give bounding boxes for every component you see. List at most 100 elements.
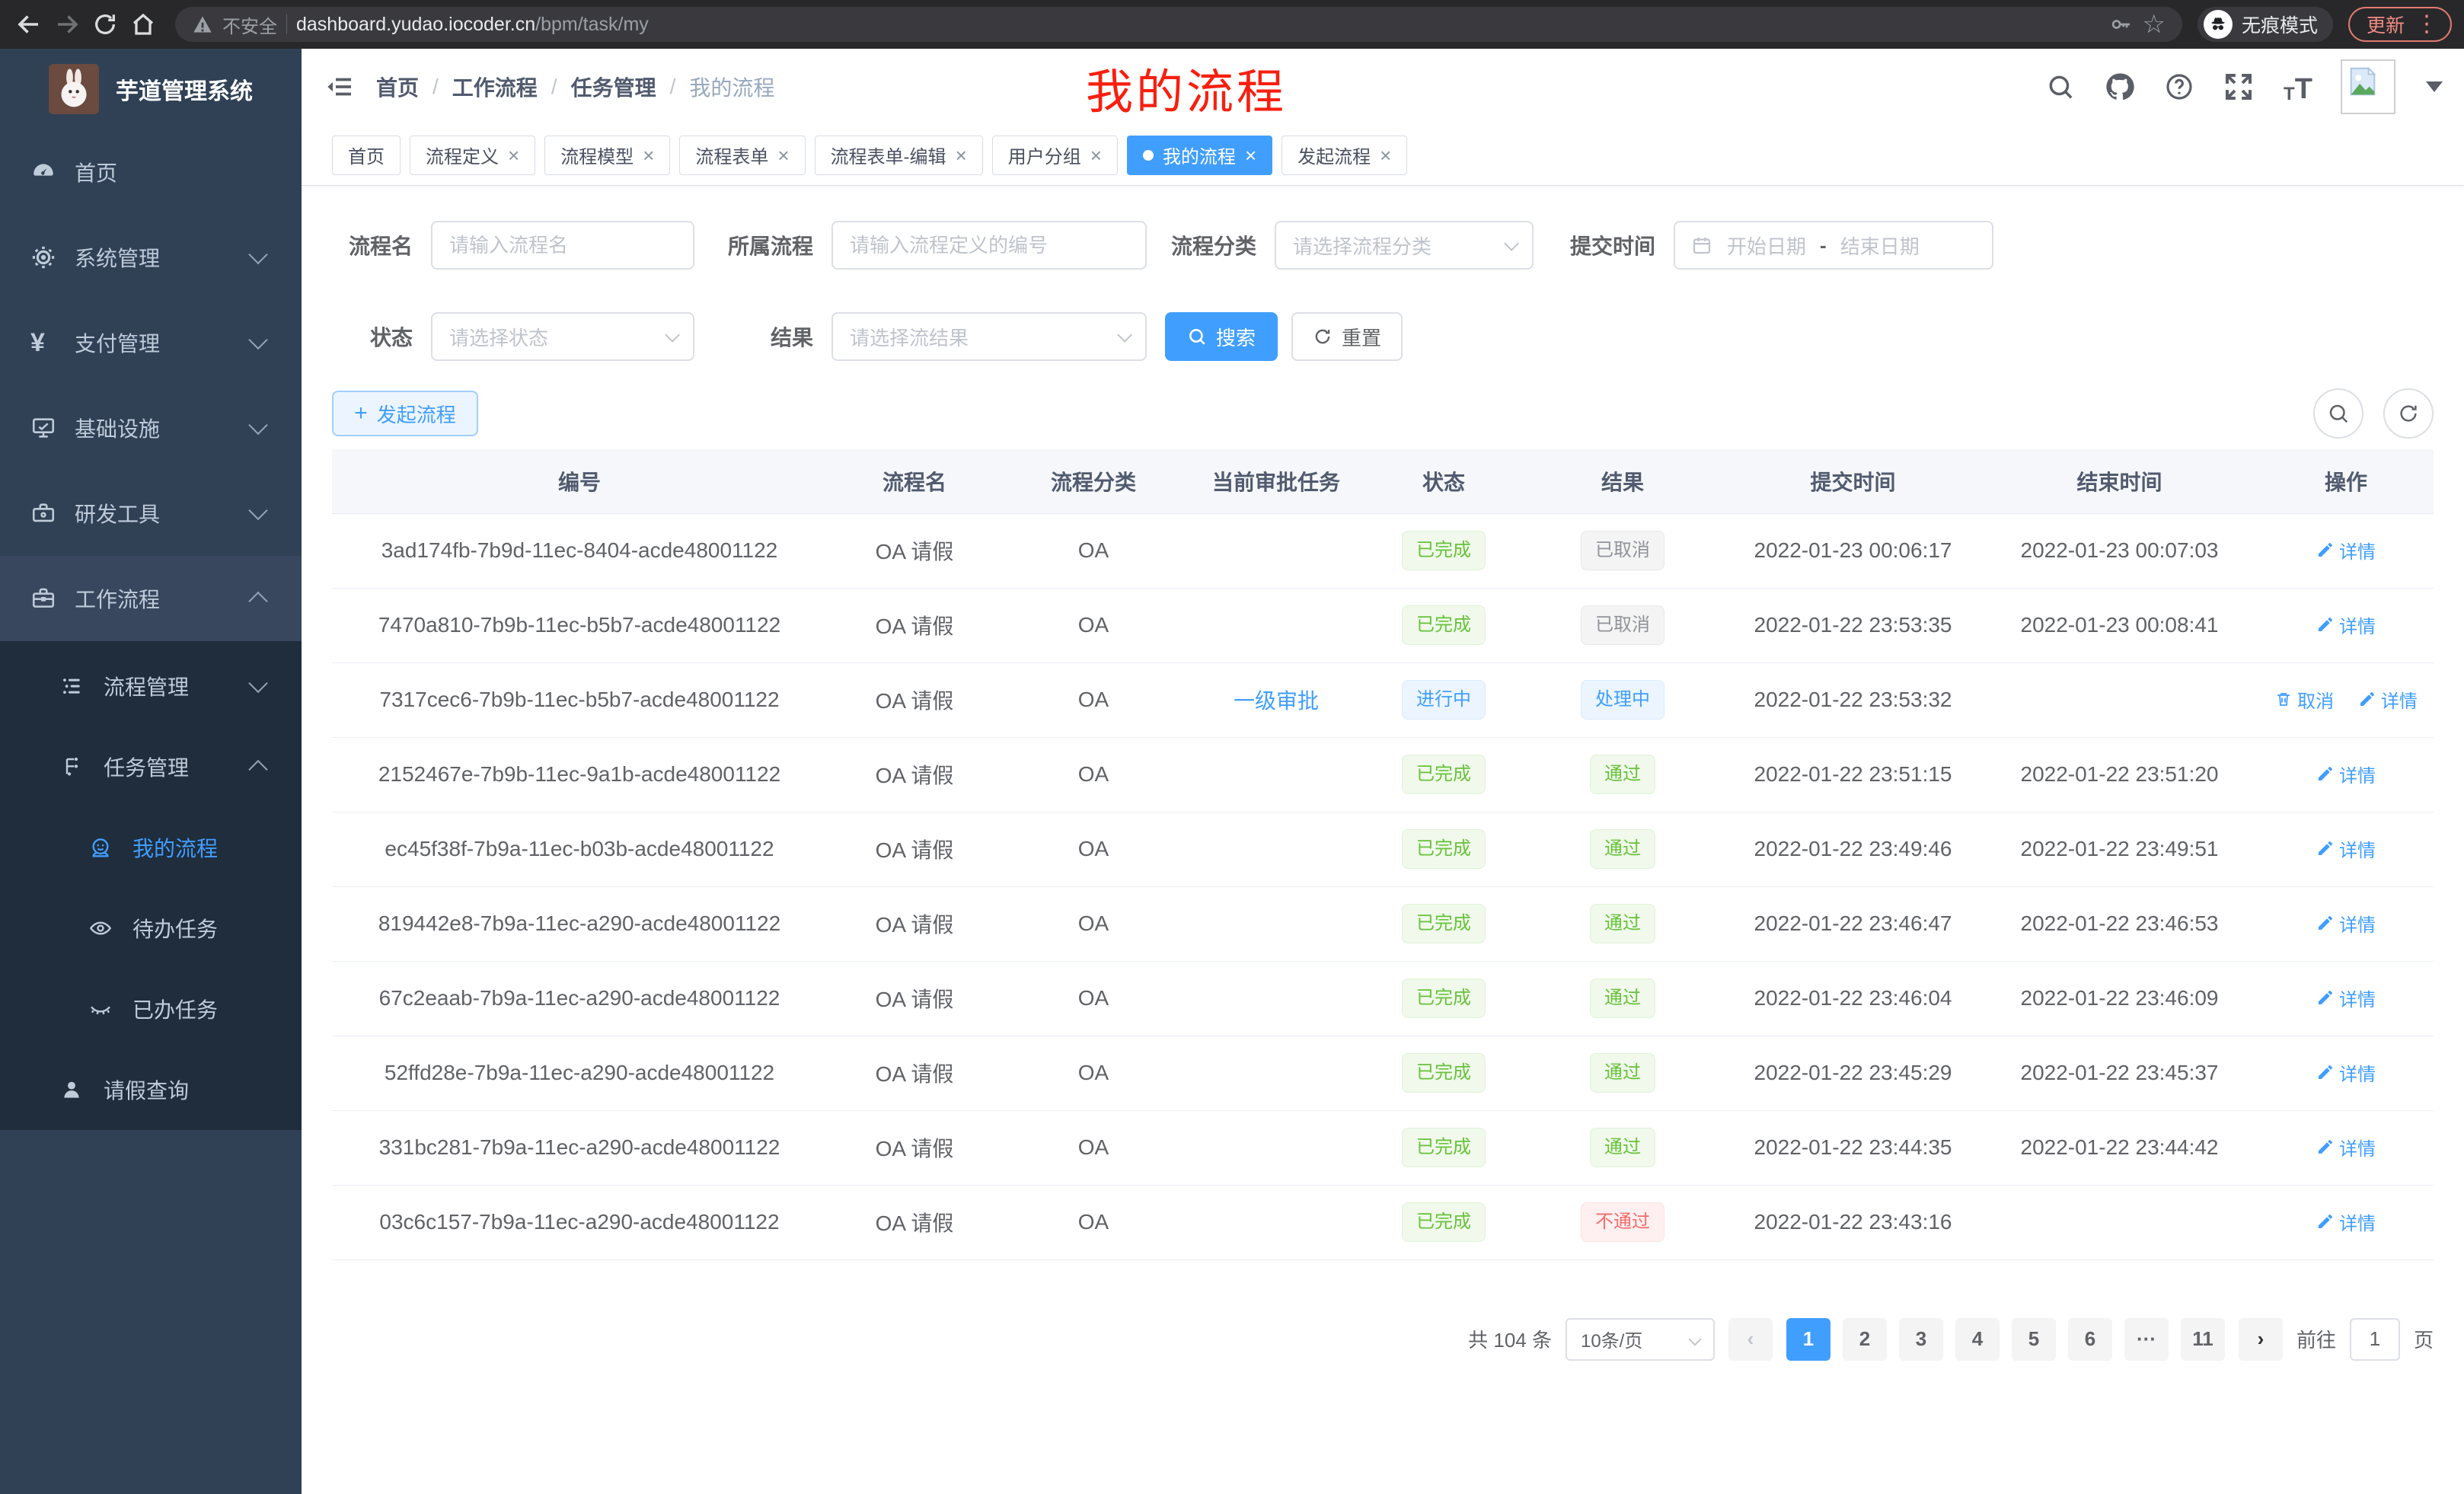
close-icon[interactable]: × xyxy=(508,145,519,165)
search-button[interactable]: 搜索 xyxy=(1165,312,1278,361)
browser-update-button[interactable]: 更新 ⋮ xyxy=(2348,7,2452,42)
cell-category: OA xyxy=(1002,886,1185,961)
table-body: 3ad174fb-7b9d-11ec-8404-acde48001122 OA … xyxy=(332,513,2434,1259)
address-bar[interactable]: 不安全 dashboard.yudao.iocoder.cn/bpm/task/… xyxy=(175,7,2182,42)
breadcrumb-separator: / xyxy=(670,75,676,99)
sidebar-item-task-mgmt[interactable]: 任务管理 xyxy=(0,726,302,807)
category-placeholder: 请选择流程分类 xyxy=(1293,231,1431,260)
sidebar-item-workflow[interactable]: 工作流程 xyxy=(0,556,302,641)
cell-process-name: OA 请假 xyxy=(827,1036,1002,1110)
page-button[interactable]: 11 xyxy=(2181,1318,2225,1361)
detail-link[interactable]: 详情 xyxy=(2358,686,2418,713)
password-key-icon[interactable] xyxy=(2108,12,2133,37)
page-button[interactable]: ··· xyxy=(2124,1318,2169,1361)
view-tab[interactable]: 流程表单 × xyxy=(679,136,805,175)
page-size-select[interactable]: 10条/页 xyxy=(1566,1318,1715,1361)
page-button[interactable]: 1 xyxy=(1786,1318,1830,1361)
breadcrumb-workflow[interactable]: 工作流程 xyxy=(452,72,538,102)
result-select[interactable]: 请选择流结果 xyxy=(831,312,1147,361)
browser-back-icon[interactable] xyxy=(12,8,46,41)
cell-result: 通过 xyxy=(1520,1110,1725,1185)
view-tab[interactable]: 流程表单-编辑 × xyxy=(815,136,983,175)
detail-link[interactable]: 详情 xyxy=(2316,611,2376,638)
browser-reload-icon[interactable] xyxy=(88,8,122,41)
browser-forward-icon[interactable] xyxy=(50,8,84,41)
cell-submit-time: 2022-01-22 23:49:46 xyxy=(1725,812,1980,886)
sidebar-item-my-process[interactable]: 我的流程 xyxy=(0,807,302,888)
page-button[interactable]: 2 xyxy=(1843,1318,1887,1361)
sidebar-item-infra[interactable]: 基础设施 xyxy=(0,385,302,471)
page-button[interactable]: 3 xyxy=(1899,1318,1943,1361)
refresh-table-button[interactable] xyxy=(2383,388,2434,439)
cancel-link[interactable]: 取消 xyxy=(2274,686,2334,713)
bookmark-star-icon[interactable]: ☆ xyxy=(2142,11,2165,37)
list-icon xyxy=(59,674,85,698)
show-search-toggle-button[interactable] xyxy=(2313,388,2363,439)
help-icon[interactable] xyxy=(2162,70,2196,104)
page-size-value: 10条/页 xyxy=(1581,1326,1642,1352)
gear-icon xyxy=(30,244,56,270)
close-icon[interactable]: × xyxy=(643,145,654,165)
sidebar-item-process-mgmt[interactable]: 流程管理 xyxy=(0,646,302,726)
close-icon[interactable]: × xyxy=(1380,145,1391,165)
page-button[interactable]: 6 xyxy=(2068,1318,2112,1361)
breadcrumb-task-mgmt[interactable]: 任务管理 xyxy=(571,72,656,102)
prev-page-button[interactable]: ‹ xyxy=(1728,1318,1773,1361)
view-tab[interactable]: 首页 × xyxy=(332,136,401,175)
font-size-icon[interactable]: TT xyxy=(2281,70,2315,104)
cell-current-task: 一级审批 xyxy=(1185,662,1368,737)
browser-home-icon[interactable] xyxy=(126,8,160,41)
status-label: 状态 xyxy=(332,321,413,352)
sidebar-item-done-tasks[interactable]: 已办任务 xyxy=(0,969,302,1049)
sidebar-item-system[interactable]: 系统管理 xyxy=(0,215,302,300)
sidebar-item-home[interactable]: 首页 xyxy=(0,129,302,215)
edit-pen-icon xyxy=(2316,988,2335,1007)
sidebar-item-leave-query[interactable]: 请假查询 xyxy=(0,1049,302,1130)
detail-link[interactable]: 详情 xyxy=(2316,537,2376,563)
current-task-link[interactable]: 一级审批 xyxy=(1234,689,1319,713)
process-def-input[interactable] xyxy=(833,222,1145,268)
browser-menu-icon[interactable]: ⋮ xyxy=(2415,13,2438,36)
toolbox-icon xyxy=(30,500,56,526)
view-tab[interactable]: 我的流程 × xyxy=(1127,136,1272,175)
sidebar-item-devtools[interactable]: 研发工具 xyxy=(0,471,302,556)
page-button[interactable]: 4 xyxy=(1955,1318,2000,1361)
detail-link[interactable]: 详情 xyxy=(2316,1134,2376,1160)
submit-time-range-picker[interactable]: 开始日期 - 结束日期 xyxy=(1674,221,1993,270)
detail-link[interactable]: 详情 xyxy=(2316,1208,2376,1235)
view-tab[interactable]: 流程定义 × xyxy=(410,136,535,175)
avatar-caret-icon[interactable] xyxy=(2426,81,2443,92)
close-icon[interactable]: × xyxy=(1245,145,1256,165)
close-icon[interactable]: × xyxy=(777,145,789,165)
cell-actions: 取消 详情 xyxy=(2258,662,2434,737)
process-name-input[interactable] xyxy=(432,222,693,268)
detail-link[interactable]: 详情 xyxy=(2316,985,2376,1011)
github-icon[interactable] xyxy=(2103,70,2137,104)
view-tab[interactable]: 用户分组 × xyxy=(992,136,1118,175)
view-tab[interactable]: 发起流程 × xyxy=(1281,136,1407,175)
close-icon[interactable]: × xyxy=(1090,145,1102,165)
sidebar-fold-icon[interactable] xyxy=(323,70,356,104)
user-avatar[interactable] xyxy=(2341,59,2395,114)
reset-button[interactable]: 重置 xyxy=(1291,312,1403,361)
sidebar-item-payment[interactable]: ¥ 支付管理 xyxy=(0,300,302,385)
status-select[interactable]: 请选择状态 xyxy=(431,312,694,361)
next-page-button[interactable]: › xyxy=(2239,1318,2283,1361)
cell-end-time xyxy=(1980,1185,2258,1259)
category-select[interactable]: 请选择流程分类 xyxy=(1275,221,1534,270)
detail-link[interactable]: 详情 xyxy=(2316,761,2376,787)
fullscreen-icon[interactable] xyxy=(2222,70,2255,104)
detail-link[interactable]: 详情 xyxy=(2316,910,2376,937)
breadcrumb-home[interactable]: 首页 xyxy=(376,72,419,102)
page-button[interactable]: 5 xyxy=(2012,1318,2056,1361)
view-tab[interactable]: 流程模型 × xyxy=(544,136,670,175)
detail-link[interactable]: 详情 xyxy=(2316,835,2376,862)
goto-page-input[interactable] xyxy=(2350,1318,2400,1361)
detail-link[interactable]: 详情 xyxy=(2316,1059,2376,1086)
close-icon[interactable]: × xyxy=(956,145,967,165)
search-icon[interactable] xyxy=(2044,70,2077,104)
cell-result: 已取消 xyxy=(1520,588,1725,662)
sidebar-item-todo-tasks[interactable]: 待办任务 xyxy=(0,888,302,969)
pagination: 共 104 条 10条/页 ‹ 1 2 3 4 5 6 xyxy=(332,1318,2434,1361)
create-process-button[interactable]: + 发起流程 xyxy=(332,391,478,436)
